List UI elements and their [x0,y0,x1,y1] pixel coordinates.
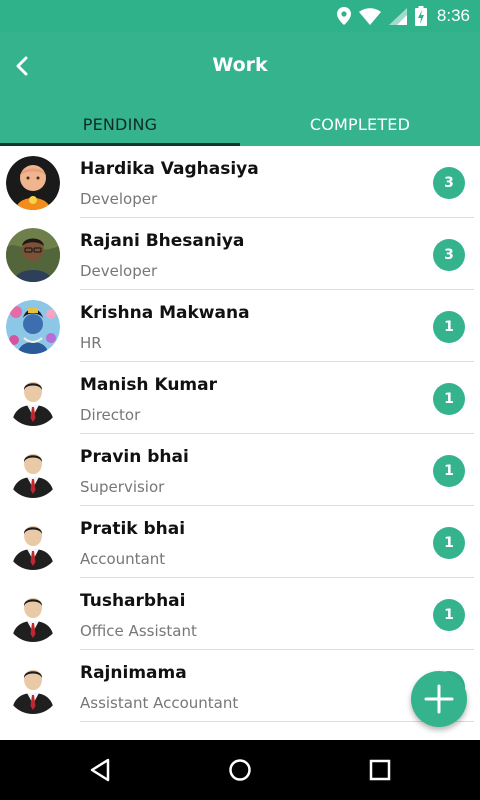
home-circle-icon [229,759,251,781]
contact-name: Pratik bhai [80,519,186,539]
man-photo-icon [6,228,60,282]
plus-icon [424,684,454,714]
count-badge: 3 [433,239,465,271]
list-item-texts: Krishna Makwana HR [80,290,474,362]
signal-icon [388,7,407,25]
status-icons: 8:36 [336,0,470,32]
list-item[interactable] [0,722,480,740]
list-item[interactable]: Hardika Vaghasiya Developer 3 [0,146,480,218]
count-badge: 1 [433,455,465,487]
count-badge: 1 [433,311,465,343]
avatar [6,300,60,354]
count-badge: 1 [433,527,465,559]
list-item[interactable]: Rajani Bhesaniya Developer 3 [0,218,480,290]
avatar [6,732,60,740]
add-button[interactable] [411,671,467,727]
businessman-icon [12,670,54,714]
contact-role: HR [80,334,102,352]
contact-name: Manish Kumar [80,375,218,395]
avatar [6,372,60,426]
page-title: Work [212,54,268,76]
status-bar: 8:36 [0,0,480,32]
contact-name: Rajani Bhesaniya [80,231,245,251]
count-badge: 3 [433,167,465,199]
nav-home-button[interactable] [210,740,270,800]
back-triangle-icon [90,758,110,782]
businessman-icon [12,382,54,426]
list-item-texts [80,722,474,740]
list-item[interactable]: Tusharbhai Office Assistant 1 [0,578,480,650]
list-item[interactable]: Pratik bhai Accountant 1 [0,506,480,578]
businessman-icon [12,454,54,498]
list-item[interactable]: Krishna Makwana HR 1 [0,290,480,362]
nav-recents-button[interactable] [350,740,410,800]
location-icon [336,7,351,25]
nav-back-button[interactable] [70,740,130,800]
businessman-icon [12,526,54,570]
contact-role: Supervisior [80,478,165,496]
count-badge: 1 [433,383,465,415]
list-item[interactable]: Rajnimama Assistant Accountant 1 [0,650,480,722]
contact-name: Hardika Vaghasiya [80,159,259,179]
tab-bar: PENDING COMPLETED [0,104,480,146]
contact-role: Accountant [80,550,166,568]
list-item-texts: Rajani Bhesaniya Developer [80,218,474,290]
avatar [6,660,60,714]
list-item[interactable]: Manish Kumar Director 1 [0,362,480,434]
baby-photo-icon [6,156,60,210]
businessman-icon [12,598,54,642]
list-item-texts: Hardika Vaghasiya Developer [80,146,474,218]
app-bar: Work [0,32,480,104]
contact-role: Director [80,406,141,424]
contact-role: Office Assistant [80,622,197,640]
avatar [6,516,60,570]
contact-name: Krishna Makwana [80,303,250,323]
avatar [6,228,60,282]
contact-name: Tusharbhai [80,591,186,611]
status-time: 8:36 [436,6,470,25]
contact-role: Developer [80,190,158,208]
tab-completed[interactable]: COMPLETED [240,104,480,146]
contact-role: Assistant Accountant [80,694,239,712]
count-badge: 1 [433,599,465,631]
tab-pending[interactable]: PENDING [0,104,240,146]
avatar [6,444,60,498]
avatar [6,156,60,210]
list-item-texts: Manish Kumar Director [80,362,474,434]
list-item[interactable]: Pravin bhai Supervisior 1 [0,434,480,506]
contact-name: Pravin bhai [80,447,189,467]
recents-square-icon [369,759,391,781]
list-item-texts: Tusharbhai Office Assistant [80,578,474,650]
avatar [6,588,60,642]
battery-charging-icon [414,6,427,26]
list-item-texts: Pravin bhai Supervisior [80,434,474,506]
contact-name: Rajnimama [80,663,187,683]
contact-role: Developer [80,262,158,280]
businessman-icon [6,732,60,740]
navigation-bar [0,740,480,800]
wifi-icon [358,7,381,25]
list-item-texts: Pratik bhai Accountant [80,506,474,578]
krishna-art-icon [6,300,60,354]
work-list: Hardika Vaghasiya Developer 3 Rajani Bhe… [0,146,480,740]
